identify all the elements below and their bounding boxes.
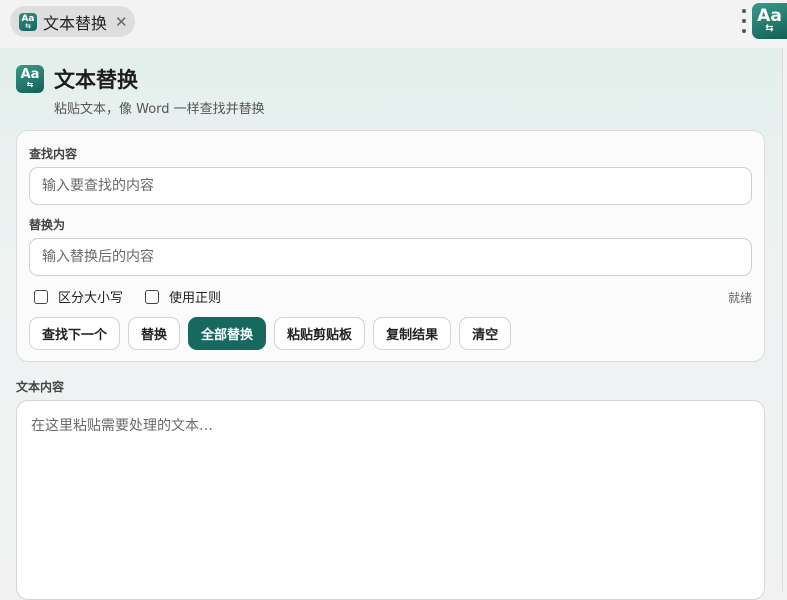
case-sensitive-label: 区分大小写 xyxy=(58,291,124,306)
replace-button[interactable]: 替换 xyxy=(128,317,181,350)
kebab-dot xyxy=(742,29,746,33)
regex-label: 使用正则 xyxy=(169,291,222,306)
tab-title: 文本替换 xyxy=(43,13,108,33)
content-textarea[interactable] xyxy=(16,400,765,600)
icon-text: Aa xyxy=(757,5,782,26)
text-replace-icon[interactable]: Aa ⇆ xyxy=(752,3,787,39)
tab-text-replace[interactable]: Aa ⇆ 文本替换 ✕ xyxy=(10,6,135,37)
action-buttons: 查找下一个 替换 全部替换 粘贴剪贴板 复制结果 清空 xyxy=(29,317,519,350)
find-input[interactable] xyxy=(29,167,752,205)
swap-arrows-icon: ⇆ xyxy=(765,22,774,34)
options-row: 区分大小写 使用正则 xyxy=(34,287,243,306)
clear-button[interactable]: 清空 xyxy=(459,317,512,350)
content-label: 文本内容 xyxy=(16,380,65,394)
page-subtitle: 粘贴文本，像 Word 一样查找并替换 xyxy=(54,102,265,117)
copy-result-button[interactable]: 复制结果 xyxy=(373,317,452,350)
paste-clipboard-button[interactable]: 粘贴剪贴板 xyxy=(274,317,366,350)
regex-checkbox[interactable] xyxy=(145,289,160,304)
replace-input[interactable] xyxy=(29,238,752,276)
replace-all-button[interactable]: 全部替换 xyxy=(188,317,267,350)
page-title: 文本替换 xyxy=(54,68,138,92)
kebab-menu-icon[interactable] xyxy=(740,9,748,33)
status-text: 就绪 xyxy=(727,291,752,305)
find-label: 查找内容 xyxy=(29,147,78,161)
text-replace-icon: Aa ⇆ xyxy=(19,12,37,31)
kebab-dot xyxy=(742,19,746,23)
tab-bar: Aa ⇆ 文本替换 ✕ Aa ⇆ xyxy=(0,0,787,48)
kebab-dot xyxy=(742,9,746,13)
swap-arrows-icon: ⇆ xyxy=(25,21,31,30)
swap-arrows-icon: ⇆ xyxy=(26,80,34,89)
close-icon[interactable]: ✕ xyxy=(115,13,128,31)
replace-label: 替换为 xyxy=(29,218,66,232)
main-panel: Aa ⇆ 文本替换 粘贴文本，像 Word 一样查找并替换 查找内容 替换为 区… xyxy=(0,48,783,600)
text-replace-icon: Aa ⇆ xyxy=(16,65,44,93)
find-next-button[interactable]: 查找下一个 xyxy=(29,317,121,350)
find-replace-card: 查找内容 替换为 区分大小写 使用正则 就绪 查找下一个 替换 全部替换 粘贴剪… xyxy=(16,130,765,362)
case-sensitive-checkbox[interactable] xyxy=(34,289,48,304)
